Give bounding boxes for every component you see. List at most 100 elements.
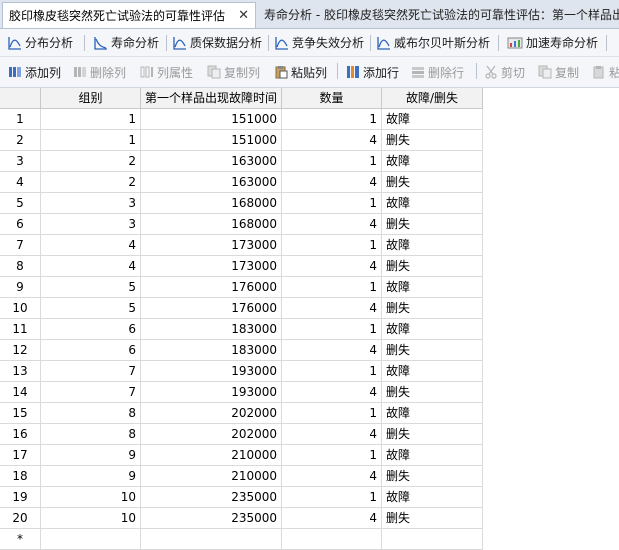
status-cell[interactable]: 删失	[382, 172, 483, 193]
column-header-quantity[interactable]: 数量	[282, 88, 382, 109]
group-cell[interactable]: 6	[41, 319, 141, 340]
quantity-cell[interactable]: 1	[282, 445, 382, 466]
weibull-bayes-analysis-button[interactable]: 威布尔贝叶斯分析	[377, 29, 490, 56]
failure-time-cell[interactable]: 173000	[141, 235, 282, 256]
column-header-group[interactable]: 组别	[41, 88, 141, 109]
status-cell[interactable]: 故障	[382, 193, 483, 214]
group-cell[interactable]: 1	[41, 109, 141, 130]
group-cell[interactable]: 4	[41, 256, 141, 277]
failure-time-cell[interactable]: 163000	[141, 172, 282, 193]
failure-time-cell[interactable]: 210000	[141, 445, 282, 466]
row-number[interactable]: 8	[0, 256, 41, 277]
row-number[interactable]: 18	[0, 466, 41, 487]
close-icon[interactable]: ✕	[238, 3, 249, 28]
failure-time-cell[interactable]: 151000	[141, 130, 282, 151]
quantity-cell[interactable]: 1	[282, 109, 382, 130]
quantity-cell[interactable]: 4	[282, 256, 382, 277]
paste-button[interactable]: 粘	[592, 57, 619, 87]
row-number[interactable]: 4	[0, 172, 41, 193]
group-cell[interactable]: 9	[41, 445, 141, 466]
failure-time-cell[interactable]: 202000	[141, 424, 282, 445]
group-cell[interactable]: 7	[41, 382, 141, 403]
delete-row-button[interactable]: 删除行	[411, 57, 464, 87]
status-cell[interactable]: 故障	[382, 235, 483, 256]
group-cell[interactable]: 10	[41, 487, 141, 508]
status-cell[interactable]: 删失	[382, 130, 483, 151]
quantity-cell[interactable]: 1	[282, 319, 382, 340]
quantity-cell[interactable]: 4	[282, 466, 382, 487]
status-cell[interactable]: 删失	[382, 424, 483, 445]
row-number[interactable]: 1	[0, 109, 41, 130]
row-number[interactable]: 9	[0, 277, 41, 298]
failure-time-cell[interactable]: 168000	[141, 214, 282, 235]
quantity-cell[interactable]: 1	[282, 151, 382, 172]
copy-button[interactable]: 复制	[538, 57, 579, 87]
status-cell[interactable]: 故障	[382, 277, 483, 298]
quantity-cell[interactable]: 4	[282, 130, 382, 151]
row-number[interactable]: 12	[0, 340, 41, 361]
status-cell[interactable]: 删失	[382, 298, 483, 319]
group-cell[interactable]: 2	[41, 151, 141, 172]
group-cell[interactable]: 9	[41, 466, 141, 487]
group-cell[interactable]: 4	[41, 235, 141, 256]
group-cell[interactable]: 10	[41, 508, 141, 529]
quantity-cell[interactable]: 4	[282, 382, 382, 403]
failure-time-cell[interactable]: 168000	[141, 193, 282, 214]
quantity-cell[interactable]: 1	[282, 277, 382, 298]
failure-time-cell[interactable]: 151000	[141, 109, 282, 130]
quantity-cell[interactable]: 1	[282, 403, 382, 424]
column-properties-button[interactable]: 列属性	[140, 57, 193, 87]
column-header-first-failure-time[interactable]: 第一个样品出现故障时间	[141, 88, 282, 109]
quantity-cell[interactable]: 1	[282, 361, 382, 382]
row-number[interactable]: 17	[0, 445, 41, 466]
group-cell[interactable]: 2	[41, 172, 141, 193]
row-number[interactable]: 10	[0, 298, 41, 319]
group-cell[interactable]: 6	[41, 340, 141, 361]
group-cell[interactable]: 3	[41, 214, 141, 235]
row-number[interactable]: 13	[0, 361, 41, 382]
column-header-failure-censored[interactable]: 故障/删失	[382, 88, 483, 109]
failure-time-cell[interactable]: 173000	[141, 256, 282, 277]
row-number[interactable]: 2	[0, 130, 41, 151]
failure-time-cell[interactable]: 183000	[141, 340, 282, 361]
distribution-analysis-button[interactable]: 分布分析	[8, 29, 73, 56]
failure-time-cell[interactable]: 210000	[141, 466, 282, 487]
paste-column-button[interactable]: 粘贴列	[274, 57, 327, 87]
failure-time-cell[interactable]: 235000	[141, 508, 282, 529]
group-cell[interactable]: 5	[41, 277, 141, 298]
row-number[interactable]: 15	[0, 403, 41, 424]
failure-time-cell[interactable]: 176000	[141, 298, 282, 319]
row-number[interactable]: 19	[0, 487, 41, 508]
tab-life-analysis[interactable]: 寿命分析 - 胶印橡皮毯突然死亡试验法的可靠性评估：第一个样品出	[258, 2, 619, 28]
status-cell[interactable]: 故障	[382, 361, 483, 382]
row-number[interactable]: 6	[0, 214, 41, 235]
status-cell[interactable]: 故障	[382, 445, 483, 466]
tab-reliability-worksheet[interactable]: 胶印橡皮毯突然死亡试验法的可靠性评估 ✕	[2, 2, 256, 28]
group-cell[interactable]: 1	[41, 130, 141, 151]
status-cell[interactable]: 删失	[382, 214, 483, 235]
row-number[interactable]: 11	[0, 319, 41, 340]
group-cell[interactable]: 8	[41, 424, 141, 445]
failure-time-cell[interactable]: 202000	[141, 403, 282, 424]
status-cell[interactable]: 故障	[382, 151, 483, 172]
competing-failure-analysis-button[interactable]: 竞争失效分析	[275, 29, 364, 56]
status-cell[interactable]: 故障	[382, 403, 483, 424]
quantity-cell[interactable]: 4	[282, 424, 382, 445]
delete-column-button[interactable]: 删除列	[73, 57, 126, 87]
life-analysis-button[interactable]: 寿命分析	[94, 29, 159, 56]
quantity-cell[interactable]: 1	[282, 487, 382, 508]
failure-time-cell[interactable]: 235000	[141, 487, 282, 508]
group-cell[interactable]: 8	[41, 403, 141, 424]
failure-time-cell[interactable]: 193000	[141, 361, 282, 382]
status-cell[interactable]: 故障	[382, 487, 483, 508]
quantity-cell[interactable]: 4	[282, 214, 382, 235]
status-cell[interactable]: 删失	[382, 508, 483, 529]
add-row-button[interactable]: 添加行	[346, 57, 399, 87]
failure-time-cell[interactable]: 163000	[141, 151, 282, 172]
failure-time-cell[interactable]: 176000	[141, 277, 282, 298]
failure-time-cell[interactable]: 193000	[141, 382, 282, 403]
row-number[interactable]: 5	[0, 193, 41, 214]
status-cell[interactable]: 故障	[382, 319, 483, 340]
quantity-cell[interactable]: 4	[282, 172, 382, 193]
group-cell[interactable]: 5	[41, 298, 141, 319]
